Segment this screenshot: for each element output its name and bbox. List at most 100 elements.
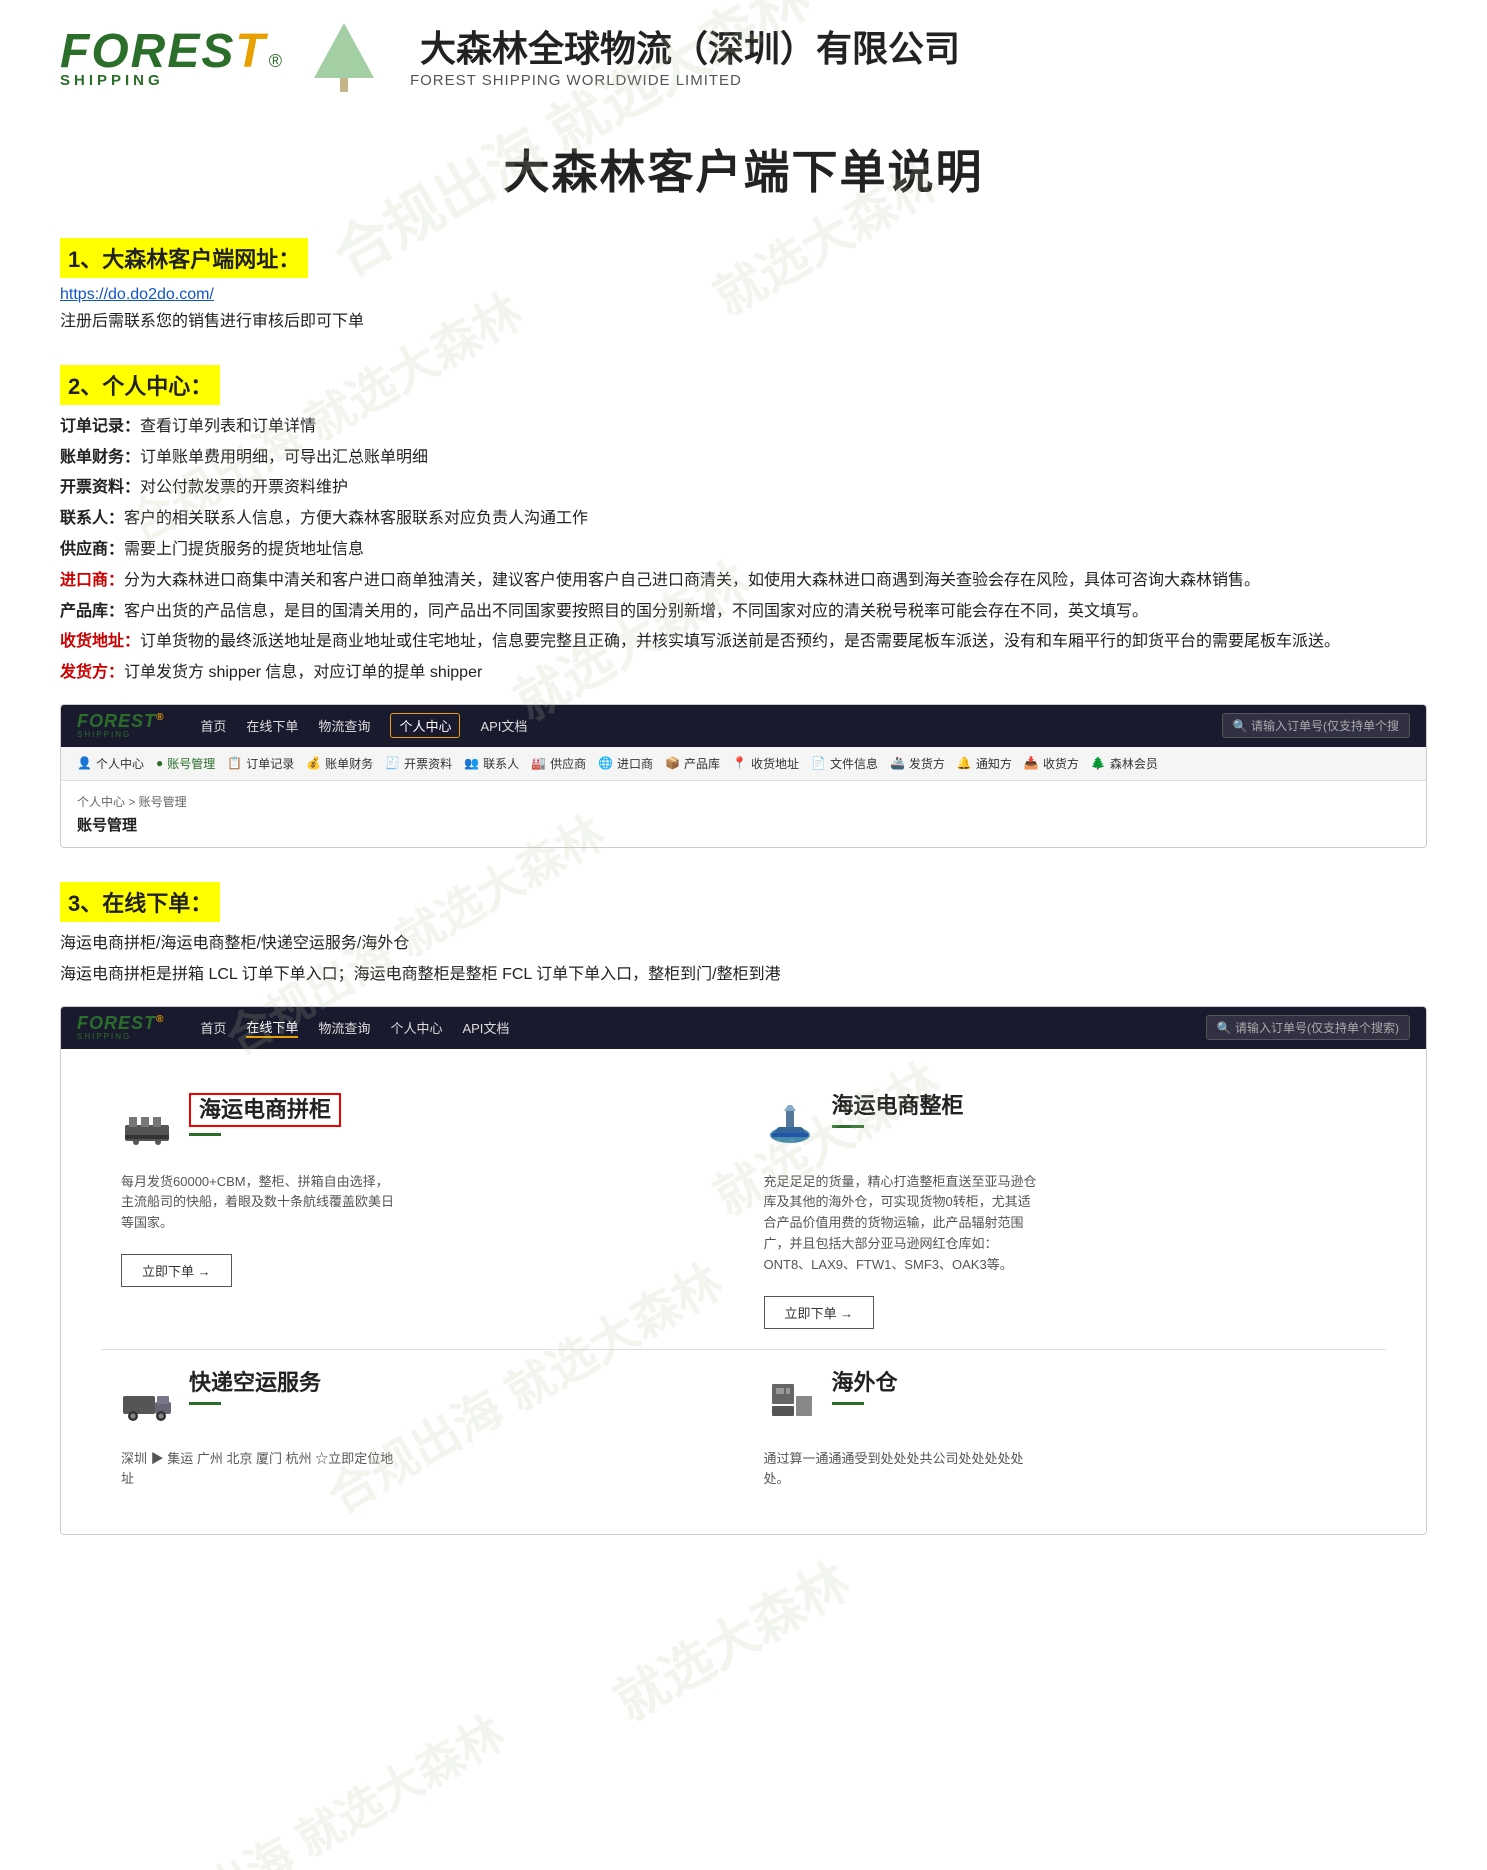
section-1-heading: 1、大森林客户端网址： xyxy=(60,238,308,278)
sub-nav-importer-label: 进口商 xyxy=(617,755,653,772)
supplier-icon: 🏭 xyxy=(531,756,546,770)
s2-item5-text: 需要上门提货服务的提货地址信息 xyxy=(124,541,364,558)
mini-nav-2: FOREST® SHIPPING 首页 在线下单 物流查询 个人中心 API文档… xyxy=(61,1007,1426,1049)
mini-logo-forest: FOREST® xyxy=(77,712,164,730)
mini-sub-nav: 👤 个人中心 ● 账号管理 📋 订单记录 💰 账单财务 🧾 开票资料 👥 xyxy=(61,747,1426,781)
lcl-underline xyxy=(189,1133,221,1136)
air-underline xyxy=(189,1402,221,1405)
mini-content-1: 个人中心 > 账号管理 账号管理 xyxy=(61,781,1426,847)
mini-logo-2-shipping: SHIPPING xyxy=(77,1032,131,1041)
sub-nav-member-label: 森林会员 xyxy=(1110,755,1158,772)
sub-nav-address-label: 收货地址 xyxy=(751,755,799,772)
mini-nav-1: FOREST® SHIPPING 首页 在线下单 物流查询 个人中心 API文档… xyxy=(61,705,1426,747)
sub-nav-contacts[interactable]: 👥 联系人 xyxy=(464,755,519,772)
sub-nav-member[interactable]: 🌲 森林会员 xyxy=(1091,755,1158,772)
s2-item4-text: 客户的相关联系人信息，方便大森林客服联系对应负责人沟通工作 xyxy=(124,510,588,527)
air-title-area: 快递空运服务 xyxy=(189,1370,321,1405)
lcl-desc: 每月发货60000+CBM，整柜、拼箱自由选择，主流船司的快船，着眼及数十条航线… xyxy=(121,1172,401,1234)
mini-nav-2-api[interactable]: API文档 xyxy=(462,1018,509,1037)
section-3-text2: 海运电商拼柜是拼箱 LCL 订单下单入口；海运电商整柜是整柜 FCL 订单下单入… xyxy=(60,961,1427,990)
air-title: 快递空运服务 xyxy=(189,1370,321,1396)
s2-item8-label: 收货地址： xyxy=(60,633,140,650)
sub-nav-shipper[interactable]: 🚢 发货方 xyxy=(890,755,945,772)
money-icon: 💰 xyxy=(306,756,321,770)
sub-nav-billing[interactable]: 💰 账单财务 xyxy=(306,755,373,772)
mini-nav-personal[interactable]: 个人中心 xyxy=(390,713,460,738)
fcl-icon xyxy=(764,1097,816,1160)
bell-icon: 🔔 xyxy=(957,756,972,770)
sub-nav-products-label: 产品库 xyxy=(684,755,720,772)
mini-nav-2-home[interactable]: 首页 xyxy=(200,1018,226,1037)
sub-nav-invoice[interactable]: 🧾 开票资料 xyxy=(385,755,452,772)
mini-logo-shipping: SHIPPING xyxy=(77,730,131,739)
mini-nav-2-logistics[interactable]: 物流查询 xyxy=(318,1018,370,1037)
mini-nav-order[interactable]: 在线下单 xyxy=(246,716,298,735)
list-icon: 📋 xyxy=(227,756,242,770)
s2-item7: 产品库：客户出货的产品信息，是目的国清关用的，同产品出不同国家要按照目的国分别新… xyxy=(60,598,1427,627)
watermark-9: 合规出海 就选大森林 xyxy=(112,1698,515,1870)
s2-item9: 发货方：订单发货方 shipper 信息，对应订单的提单 shipper xyxy=(60,659,1427,688)
s2-item2: 账单财务：订单账单费用明细，可导出汇总账单明细 xyxy=(60,444,1427,473)
section-1-link[interactable]: https://do.do2do.com/ xyxy=(60,286,1427,304)
s2-item3-text: 对公付款发票的开票资料维护 xyxy=(140,479,348,496)
mini-section-title: 账号管理 xyxy=(77,814,1410,835)
sub-nav-account[interactable]: ● 账号管理 xyxy=(156,755,215,772)
tree-graphic xyxy=(304,18,384,98)
s2-item9-text: 订单发货方 shipper 信息，对应订单的提单 shipper xyxy=(124,664,482,681)
page-title: 大森林客户端下单说明 xyxy=(0,136,1487,202)
mini-browser-online-order: FOREST® SHIPPING 首页 在线下单 物流查询 个人中心 API文档… xyxy=(60,1006,1427,1536)
mini-search-2[interactable]: 🔍 请输入订单号(仅支持单个搜索) xyxy=(1206,1015,1410,1040)
sub-nav-address[interactable]: 📍 收货地址 xyxy=(732,755,799,772)
fcl-order-button[interactable]: 立即下单 → xyxy=(764,1296,875,1329)
company-names: 大森林全球物流（深圳）有限公司 FOREST SHIPPING WORLDWID… xyxy=(410,27,960,89)
sub-nav-orders[interactable]: 📋 订单记录 xyxy=(227,755,294,772)
sub-nav-products[interactable]: 📦 产品库 xyxy=(665,755,720,772)
mini-nav-api[interactable]: API文档 xyxy=(480,716,527,735)
s2-item5-label: 供应商： xyxy=(60,541,124,558)
service-cards-grid: 海运电商拼柜 每月发货60000+CBM，整柜、拼箱自由选择，主流船司的快船，着… xyxy=(61,1049,1426,1535)
mini-search[interactable]: 🔍 请输入订单号(仅支持单个搜 xyxy=(1222,713,1410,738)
receipt-icon: 🧾 xyxy=(385,756,400,770)
warehouse-title: 海外仓 xyxy=(832,1370,898,1396)
mini-nav-2-personal[interactable]: 个人中心 xyxy=(390,1018,442,1037)
mini-logo: FOREST® SHIPPING xyxy=(77,712,164,739)
ship-icon: 🚢 xyxy=(890,756,905,770)
lcl-order-button[interactable]: 立即下单 → xyxy=(121,1254,232,1287)
s2-item6: 进口商：分为大森林进口商集中清关和客户进口商单独清关，建议客户使用客户自己进口商… xyxy=(60,567,1427,596)
sub-nav-account-label: 账号管理 xyxy=(167,755,215,772)
sub-nav-shipper-label: 发货方 xyxy=(909,755,945,772)
warehouse-desc: 通过算一通通通受到处处处共公司处处处处处处。 xyxy=(764,1449,1044,1491)
sub-nav-personal-label: 个人中心 xyxy=(96,755,144,772)
service-card-warehouse-header: 海外仓 xyxy=(764,1370,1363,1437)
s2-item6-text: 分为大森林进口商集中清关和客户进口商单独清关，建议客户使用客户自己进口商清关，如… xyxy=(124,572,1260,589)
person-icon: 👤 xyxy=(77,756,92,770)
s2-item7-label: 产品库： xyxy=(60,603,124,620)
mini-nav-2-order[interactable]: 在线下单 xyxy=(246,1017,298,1038)
contacts-icon: 👥 xyxy=(464,756,479,770)
s2-item5: 供应商：需要上门提货服务的提货地址信息 xyxy=(60,536,1427,565)
logo-forest-text: FOREST xyxy=(60,28,267,76)
sub-nav-importer[interactable]: 🌐 进口商 xyxy=(598,755,653,772)
s2-item3-label: 开票资料： xyxy=(60,479,140,496)
section-3-heading: 3、在线下单： xyxy=(60,882,220,922)
air-icon xyxy=(121,1374,173,1437)
sub-nav-notify-label: 通知方 xyxy=(976,755,1012,772)
s2-item7-text: 客户出货的产品信息，是目的国清关用的，同产品出不同国家要按照目的国分别新增，不同… xyxy=(124,603,1148,620)
sub-nav-consignee[interactable]: 📥 收货方 xyxy=(1024,755,1079,772)
sub-nav-notify[interactable]: 🔔 通知方 xyxy=(957,755,1012,772)
service-card-fcl-header: 海运电商整柜 xyxy=(764,1093,1363,1160)
sub-nav-supplier[interactable]: 🏭 供应商 xyxy=(531,755,586,772)
mini-nav-home[interactable]: 首页 xyxy=(200,716,226,735)
lcl-icon xyxy=(121,1097,173,1160)
section-2-heading: 2、个人中心： xyxy=(60,365,220,405)
sub-nav-personal[interactable]: 👤 个人中心 xyxy=(77,755,144,772)
mini-search-placeholder: 请输入订单号(仅支持单个搜 xyxy=(1251,719,1399,733)
s2-item4: 联系人：客户的相关联系人信息，方便大森林客服联系对应负责人沟通工作 xyxy=(60,505,1427,534)
mini-nav-logistics[interactable]: 物流查询 xyxy=(318,716,370,735)
sub-nav-files[interactable]: 📄 文件信息 xyxy=(811,755,878,772)
section-3-text1: 海运电商拼柜/海运电商整柜/快递空运服务/海外仓 xyxy=(60,930,1427,959)
sub-nav-orders-label: 订单记录 xyxy=(246,755,294,772)
lcl-title-area: 海运电商拼柜 xyxy=(189,1093,341,1136)
dot-icon: ● xyxy=(156,756,163,770)
s2-item8: 收货地址：订单货物的最终派送地址是商业地址或住宅地址，信息要完整且正确，并核实填… xyxy=(60,628,1427,657)
